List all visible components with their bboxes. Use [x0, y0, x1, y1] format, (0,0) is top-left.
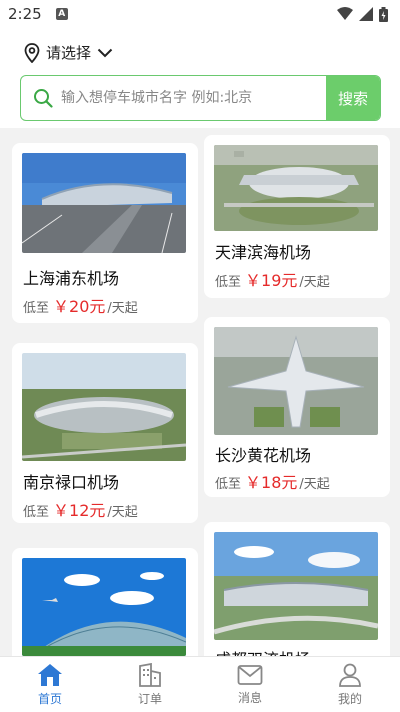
- airport-photo: [22, 153, 186, 253]
- airport-price: 低至 ￥20元 /天起: [23, 293, 138, 317]
- airport-price: 低至 ￥19元 /天起: [215, 267, 330, 291]
- tab-label: 首页: [37, 691, 62, 706]
- battery-icon: [379, 6, 388, 22]
- chevron-down-icon: [97, 48, 113, 57]
- tab-profile[interactable]: 我的: [300, 657, 400, 712]
- envelope-icon: [237, 664, 263, 685]
- search-bar: 搜索: [20, 75, 381, 121]
- tab-label: 订单: [137, 691, 162, 706]
- wifi-icon: [337, 7, 353, 20]
- price-value: ￥19元: [245, 271, 298, 290]
- airport-card-changsha-huanghua[interactable]: 长沙黄花机场 低至 ￥18元 /天起: [204, 317, 390, 497]
- airport-name: 成都双流机场: [215, 646, 311, 656]
- notification-icon: A: [55, 8, 68, 20]
- price-value: ￥20元: [53, 297, 106, 316]
- building-icon: [139, 662, 161, 687]
- header: 请选择 搜索: [0, 28, 400, 128]
- airport-photo: [22, 353, 186, 461]
- status-icons: [337, 6, 388, 22]
- price-value: ￥18元: [245, 473, 298, 492]
- airport-card-nanjing-lukou[interactable]: 南京禄口机场 低至 ￥12元 /天起: [12, 343, 198, 523]
- search-button[interactable]: 搜索: [326, 76, 380, 120]
- location-selector[interactable]: 请选择: [24, 42, 113, 63]
- tab-label: 消息: [237, 690, 262, 705]
- location-pin-icon: [24, 42, 40, 63]
- airport-photo: [214, 327, 378, 435]
- airport-name: 长沙黄花机场: [215, 446, 312, 465]
- home-icon: [38, 663, 62, 686]
- location-label: 请选择: [46, 44, 92, 62]
- airport-list[interactable]: 上海浦东机场 低至 ￥20元 /天起 天津滨海机场 低至 ￥19元 /天起 南京…: [0, 128, 400, 656]
- search-icon: [34, 89, 53, 108]
- airport-card-chengdu-shuangliu[interactable]: 成都双流机场: [204, 522, 390, 656]
- airport-photo: [22, 558, 186, 656]
- airport-name: 天津滨海机场: [215, 243, 312, 262]
- tab-label: 我的: [337, 691, 362, 706]
- user-icon: [339, 663, 361, 687]
- airport-name: 南京禄口机场: [23, 473, 120, 492]
- airport-name: 上海浦东机场: [23, 269, 120, 288]
- tab-messages[interactable]: 消息: [200, 657, 300, 712]
- signal-icon: [359, 7, 373, 21]
- status-time: 2:25: [8, 5, 42, 23]
- tab-orders[interactable]: 订单: [100, 657, 200, 712]
- airport-card-shanghai-pudong[interactable]: 上海浦东机场 低至 ￥20元 /天起: [12, 143, 198, 323]
- bottom-tab-bar: 首页 订单 消息 我的: [0, 656, 400, 712]
- airport-photo: [214, 532, 378, 640]
- tab-home[interactable]: 首页: [0, 657, 100, 712]
- airport-card-tianjin-binhai[interactable]: 天津滨海机场 低至 ￥19元 /天起: [204, 135, 390, 298]
- airport-price: 低至 ￥12元 /天起: [23, 497, 138, 521]
- status-bar: 2:25 A: [0, 0, 400, 28]
- airport-photo: [214, 145, 378, 231]
- search-input[interactable]: [61, 76, 331, 120]
- airport-card[interactable]: [12, 548, 198, 656]
- airport-price: 低至 ￥18元 /天起: [215, 469, 330, 493]
- price-value: ￥12元: [53, 501, 106, 520]
